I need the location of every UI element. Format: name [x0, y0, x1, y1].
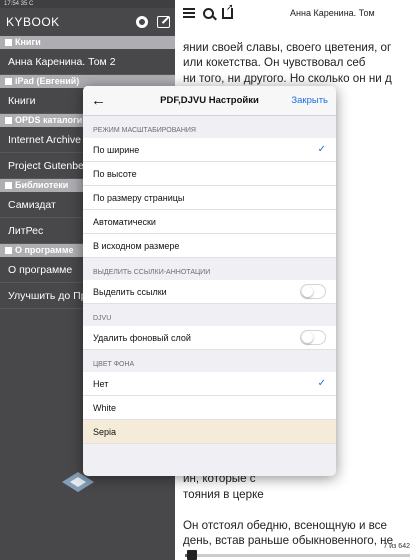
background-option-label: White: [93, 402, 117, 413]
background-option-1[interactable]: White: [83, 396, 336, 420]
menu-icon[interactable]: [183, 8, 195, 18]
reader-line: или кокетства. Он чувствовал себ: [183, 56, 366, 70]
highlight-links-toggle[interactable]: [300, 284, 326, 299]
page-progress-bar[interactable]: [185, 550, 410, 560]
remove-background-label: Удалить фоновый слой: [93, 332, 191, 343]
background-options-list: Нет ✓ White Sepia: [83, 372, 336, 444]
zoom-options-list: По ширине ✓ По высоте По размеру страницы Ав…: [83, 138, 336, 258]
remove-background-toggle[interactable]: [300, 330, 326, 345]
zoom-option-2[interactable]: По размеру страницы: [83, 186, 336, 210]
sidebar-header: KYBOOK: [0, 8, 175, 36]
highlight-links-row: Выделить ссылки: [83, 280, 336, 304]
books-icon: [5, 39, 12, 46]
libraries-icon: [5, 182, 12, 189]
close-button[interactable]: Закрыть: [291, 95, 328, 106]
background-option-label: Нет: [93, 378, 109, 389]
settings-modal: ← PDF,DJVU Настройки Закрыть РЕЖИМ МАСШТ…: [83, 86, 336, 476]
back-arrow-icon[interactable]: ←: [91, 92, 106, 109]
app-title: KYBOOK: [6, 15, 60, 29]
reader-line: янии своей славы, своего цветения, ог: [183, 41, 392, 54]
background-option-label: Sepia: [93, 426, 117, 437]
zoom-option-label: Автоматически: [93, 216, 156, 227]
checkmark-icon: ✓: [317, 144, 326, 155]
zoom-option-0[interactable]: По ширине ✓: [83, 138, 336, 162]
section-zoom-mode: РЕЖИМ МАСШТАБИРОВАНИЯ: [93, 127, 196, 134]
checkmark-icon: ✓: [317, 378, 326, 389]
page-indicator: 7 из 642: [383, 543, 410, 550]
remove-background-row: Удалить фоновый слой: [83, 326, 336, 350]
zoom-option-label: В исходном размере: [93, 240, 180, 251]
section-link-annotations: ВЫДЕЛИТЬ ССЫЛКИ-АННОТАЦИИ: [93, 269, 211, 276]
status-bar: 17:54 35 С: [0, 0, 180, 8]
opds-icon: [5, 117, 12, 124]
reader-footer: 7 из 642: [175, 540, 420, 560]
section-djvu: DJVU: [93, 315, 112, 322]
sidebar-item-current-book[interactable]: Анна Каренина. Том 2: [0, 49, 175, 75]
progress-handle[interactable]: [187, 550, 197, 560]
search-icon[interactable]: [203, 7, 214, 19]
zoom-option-1[interactable]: По высоте: [83, 162, 336, 186]
background-option-0[interactable]: Нет ✓: [83, 372, 336, 396]
zoom-option-label: По высоте: [93, 168, 137, 179]
reader-line: Он отстоял обедню, всенощную и все: [183, 518, 387, 532]
highlight-links-label: Выделить ссылки: [93, 286, 167, 297]
ipad-icon: [5, 78, 12, 85]
reader-toolbar: Анна Каренина. Том: [175, 0, 420, 26]
gear-icon[interactable]: [136, 16, 148, 28]
book-title: Анна Каренина. Том: [290, 8, 375, 18]
section-background-color: ЦВЕТ ФОНА: [93, 361, 135, 368]
zoom-option-4[interactable]: В исходном размере: [83, 234, 336, 258]
zoom-option-label: По ширине: [93, 144, 140, 155]
share-icon[interactable]: [222, 2, 234, 19]
zoom-option-3[interactable]: Автоматически: [83, 210, 336, 234]
status-time: 17:54 35 С: [4, 1, 34, 7]
reader-line: ни того, ни другого. Но сколько он ни д: [183, 71, 392, 85]
about-icon: [5, 247, 12, 254]
reader-line: тояния в церке: [183, 487, 264, 501]
zoom-option-label: По размеру страницы: [93, 192, 185, 203]
edit-icon[interactable]: [157, 16, 170, 28]
reader-line: [183, 502, 420, 517]
section-header-books: Книги: [0, 36, 175, 49]
modal-navbar: ← PDF,DJVU Настройки Закрыть: [83, 86, 336, 116]
background-option-2[interactable]: Sepia: [83, 420, 336, 444]
